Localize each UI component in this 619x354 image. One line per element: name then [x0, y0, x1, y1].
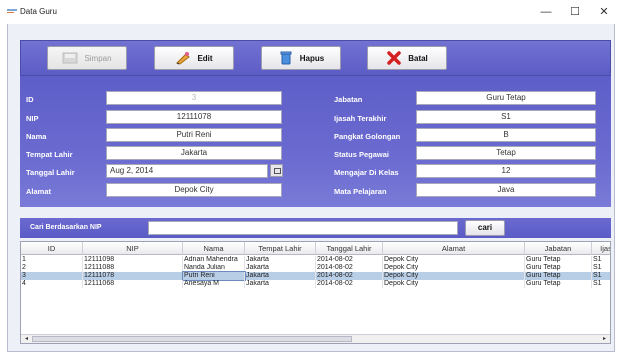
table-row[interactable]: 2 12111088 Nanda Julian Jakarta 2014-08-… — [21, 264, 610, 272]
cell-alamat: Depok City — [383, 256, 525, 264]
edit-button[interactable]: Edit — [154, 46, 234, 70]
cell-nip: 12111098 — [83, 256, 183, 264]
ijasah-label: Ijasah Terakhir — [334, 114, 387, 123]
cell-tempat-lahir: Jakarta — [245, 272, 316, 280]
edit-button-label: Edit — [197, 53, 213, 63]
mapel-field[interactable]: Java — [416, 183, 596, 197]
column-header-nama[interactable]: Nama — [183, 242, 245, 255]
mapel-label: Mata Pelajaran — [334, 187, 387, 196]
delete-button[interactable]: Hapus — [261, 46, 341, 70]
cell-alamat: Depok City — [383, 272, 525, 280]
cell-tempat-lahir: Jakarta — [245, 280, 316, 288]
tanggal-lahir-field[interactable]: Aug 2, 2014 — [106, 164, 268, 178]
tempat-lahir-label: Tempat Lahir — [26, 150, 73, 159]
cell-tempat-lahir: Jakarta — [245, 256, 316, 264]
column-header-jabatan[interactable]: Jabatan — [525, 242, 592, 255]
scrollbar-thumb[interactable] — [32, 336, 352, 342]
save-button[interactable]: Simpan — [47, 46, 127, 70]
title-bar: Data Guru — ☐ ✕ — [0, 0, 619, 24]
cell-ijasah: S1 — [592, 256, 610, 264]
column-header-id[interactable]: ID — [21, 242, 83, 255]
cancel-x-icon — [386, 51, 402, 65]
nip-field[interactable]: 12111078 — [106, 110, 282, 124]
trash-icon — [278, 51, 294, 65]
teacher-table: ID NIP Nama Tempat Lahir Tanggal Lahir A… — [20, 241, 611, 344]
column-header-tempat-lahir[interactable]: Tempat Lahir — [245, 242, 316, 255]
calendar-icon[interactable] — [270, 164, 283, 177]
cell-tanggal-lahir: 2014-08-02 — [316, 256, 383, 264]
alamat-label: Alamat — [26, 187, 52, 196]
minimize-button[interactable]: — — [536, 4, 556, 20]
search-input[interactable] — [148, 221, 458, 235]
delete-button-label: Hapus — [299, 53, 325, 63]
cell-alamat: Depok City — [383, 264, 525, 272]
table-row-selected[interactable]: 3 12111078 Putri Reni Jakarta 2014-08-02… — [21, 271, 610, 281]
column-header-nip[interactable]: NIP — [83, 242, 183, 255]
cell-nip: 12111068 — [83, 280, 183, 288]
cell-id: 3 — [21, 272, 83, 280]
maximize-button[interactable]: ☐ — [565, 4, 585, 20]
search-button[interactable]: cari — [465, 220, 505, 236]
toolbar: Simpan Edit Hapus Batal — [20, 40, 611, 76]
horizontal-scrollbar[interactable]: ◂ ▸ — [21, 334, 610, 343]
table-row[interactable]: 4 12111068 Anesaya M Jakarta 2014-08-02 … — [21, 280, 610, 288]
cell-jabatan: Guru Tetap — [525, 264, 592, 272]
cell-ijasah: S1 — [592, 272, 610, 280]
alamat-field[interactable]: Depok City — [106, 183, 282, 197]
cell-nip: 12111088 — [83, 264, 183, 272]
search-label: Cari Berdasarkan NIP — [30, 224, 102, 231]
cell-id: 2 — [21, 264, 83, 272]
tempat-lahir-field[interactable]: Jakarta — [106, 146, 282, 160]
scroll-right-icon[interactable]: ▸ — [600, 335, 609, 343]
nama-field[interactable]: Putri Reni — [106, 128, 282, 142]
id-label: ID — [26, 95, 34, 104]
jabatan-field[interactable]: Guru Tetap — [416, 91, 596, 105]
window-title: Data Guru — [20, 7, 57, 16]
save-button-label: Simpan — [84, 53, 112, 63]
cell-jabatan: Guru Tetap — [525, 280, 592, 288]
cell-id: 4 — [21, 280, 83, 288]
cell-tempat-lahir: Jakarta — [245, 264, 316, 272]
cell-jabatan: Guru Tetap — [525, 256, 592, 264]
cell-id: 1 — [21, 256, 83, 264]
cell-ijasah: S1 — [592, 264, 610, 272]
edit-icon — [175, 51, 191, 65]
id-field[interactable]: 3 — [106, 91, 282, 105]
column-header-alamat[interactable]: Alamat — [383, 242, 525, 255]
jabatan-label: Jabatan — [334, 95, 363, 104]
app-icon — [7, 9, 17, 14]
cell-nama: Adnan Mahendra — [183, 256, 245, 264]
save-icon — [62, 51, 78, 65]
column-header-tanggal-lahir[interactable]: Tanggal Lahir — [316, 242, 383, 255]
cell-tanggal-lahir: 2014-08-02 — [316, 280, 383, 288]
cell-tanggal-lahir: 2014-08-02 — [316, 272, 383, 280]
cell-alamat: Depok City — [383, 280, 525, 288]
column-header-ijasah[interactable]: Ijas — [592, 242, 610, 255]
cell-nama: Anesaya M — [183, 280, 245, 288]
status-label: Status Pegawai — [334, 150, 390, 159]
close-button[interactable]: ✕ — [594, 4, 614, 20]
search-bar: Cari Berdasarkan NIP cari — [20, 218, 611, 238]
tanggal-lahir-label: Tanggal Lahir — [26, 168, 75, 177]
pangkat-label: Pangkat Golongan — [334, 132, 401, 141]
table-row[interactable]: 1 12111098 Adnan Mahendra Jakarta 2014-0… — [21, 256, 610, 264]
nip-label: NIP — [26, 114, 39, 123]
kelas-field[interactable]: 12 — [416, 164, 596, 178]
cell-jabatan: Guru Tetap — [525, 272, 592, 280]
cell-nip: 12111078 — [83, 272, 183, 280]
cell-tanggal-lahir: 2014-08-02 — [316, 264, 383, 272]
table-header: ID NIP Nama Tempat Lahir Tanggal Lahir A… — [21, 242, 610, 255]
cell-nama: Putri Reni — [182, 271, 246, 281]
status-field[interactable]: Tetap — [416, 146, 596, 160]
cell-nama: Nanda Julian — [183, 264, 245, 272]
nama-label: Nama — [26, 132, 47, 141]
teacher-form: ID 3 NIP 12111078 Nama Putri Reni Tempat… — [20, 76, 611, 207]
cancel-button-label: Batal — [408, 53, 428, 63]
cancel-button[interactable]: Batal — [367, 46, 447, 70]
pangkat-field[interactable]: B — [416, 128, 596, 142]
cell-ijasah: S1 — [592, 280, 610, 288]
scroll-left-icon[interactable]: ◂ — [22, 335, 31, 343]
kelas-label: Mengajar Di Kelas — [334, 168, 399, 177]
ijasah-field[interactable]: S1 — [416, 110, 596, 124]
